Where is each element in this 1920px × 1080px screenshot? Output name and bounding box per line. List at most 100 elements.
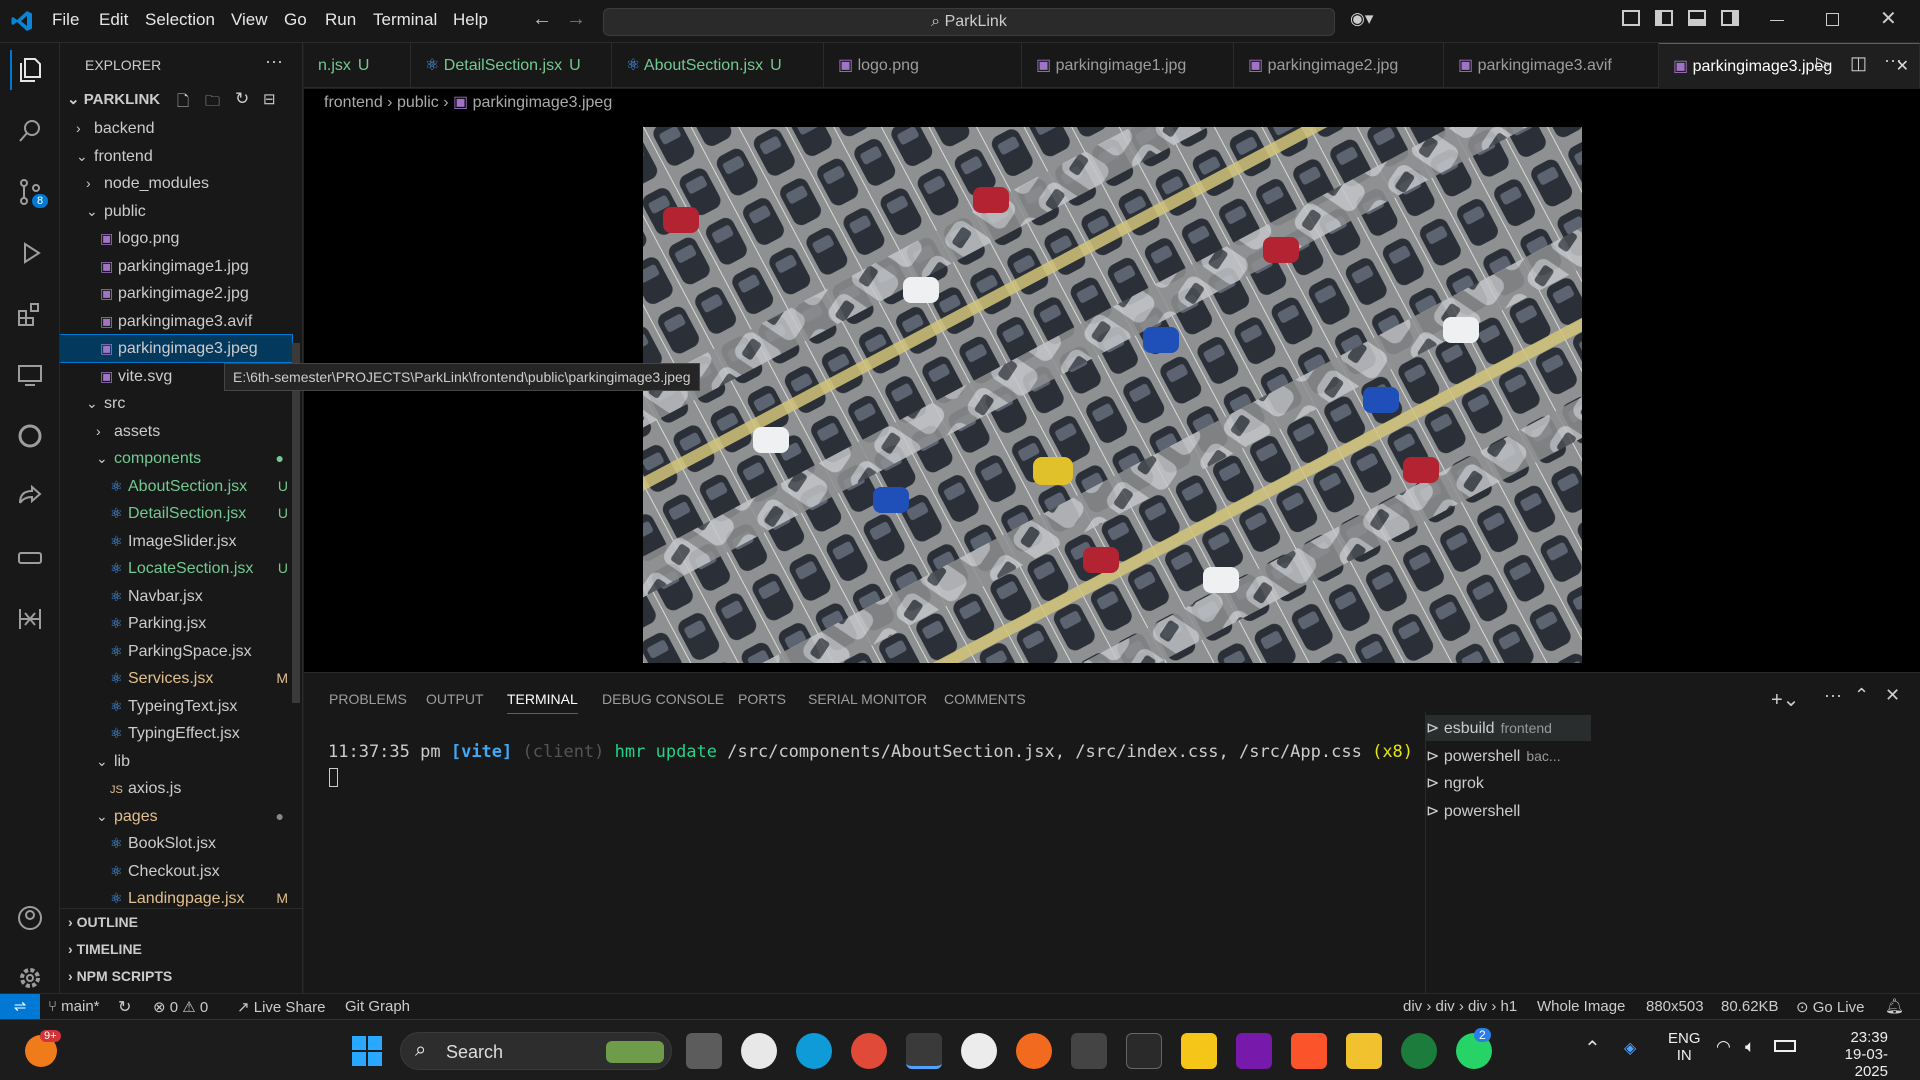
tree-item[interactable]: ▣ parkingimage2.jpg	[60, 280, 292, 307]
git-graph-button[interactable]: Git Graph	[345, 998, 410, 1015]
forward-arrow-icon[interactable]: →	[566, 8, 586, 31]
settings-gear-icon[interactable]	[10, 958, 50, 998]
panel-tab-terminal[interactable]: TERMINAL	[507, 691, 578, 714]
terminal-list-item[interactable]: ⊳ powershell bac...	[1426, 743, 1591, 769]
taskbar-search[interactable]: ⌕ Search	[400, 1032, 672, 1070]
tab-parkingimage1-jpg[interactable]: ▣ parkingimage1.jpg	[1022, 43, 1234, 88]
tree-item[interactable]: ⚛ DetailSection.jsx U	[60, 500, 292, 527]
close-window-icon[interactable]: ✕	[1880, 6, 1897, 31]
tab-logo-png[interactable]: ▣ logo.png	[824, 43, 1022, 88]
new-folder-icon[interactable]: 🗀	[205, 91, 220, 116]
tree-item[interactable]: › node_modules	[60, 170, 292, 197]
postman-icon[interactable]	[1016, 1033, 1052, 1069]
panel-tab-output[interactable]: OUTPUT	[426, 691, 484, 707]
edge-devtools-icon[interactable]	[10, 416, 50, 456]
breadcrumb-file[interactable]: parkingimage3.jpeg	[473, 94, 613, 111]
sticky-notes-icon[interactable]	[1181, 1033, 1217, 1069]
tree-item[interactable]: ⌄ pages ●	[60, 803, 292, 830]
terminal-icon[interactable]	[1126, 1033, 1162, 1069]
tree-item[interactable]: ⌄ frontend	[60, 143, 292, 170]
panel-tab-debug-console[interactable]: DEBUG CONSOLE	[602, 691, 724, 707]
task-view-icon[interactable]	[686, 1033, 722, 1069]
remote-indicator-icon[interactable]: ⇌	[0, 994, 40, 1019]
extensions-icon[interactable]	[10, 294, 50, 334]
tree-item[interactable]: › backend	[60, 115, 292, 142]
serial-monitor-icon[interactable]	[10, 538, 50, 578]
refresh-icon[interactable]: ↻	[235, 89, 249, 109]
tree-item[interactable]: ⚛ ParkingSpace.jsx	[60, 638, 292, 665]
language-indicator[interactable]: ENG IN	[1668, 1030, 1701, 1064]
tree-item[interactable]: ⚛ Parking.jsx	[60, 610, 292, 637]
layout-icon[interactable]	[1622, 10, 1640, 26]
menu-terminal[interactable]: Terminal	[373, 10, 437, 30]
tab-detailsection-jsx[interactable]: ⚛ DetailSection.jsx U	[411, 43, 612, 88]
more-actions-icon[interactable]: ···	[1884, 50, 1902, 71]
menu-help[interactable]: Help	[453, 10, 488, 30]
close-panel-icon[interactable]: ✕	[1885, 685, 1900, 706]
breadcrumb-public[interactable]: public	[397, 94, 439, 111]
vscode-taskbar-icon[interactable]	[906, 1033, 942, 1069]
outline-section[interactable]: › OUTLINE	[68, 909, 138, 936]
element-path[interactable]: div › div › div › h1	[1403, 998, 1517, 1015]
tree-item[interactable]: ⚛ AboutSection.jsx U	[60, 473, 292, 500]
wifi-icon[interactable]: ◠	[1716, 1037, 1731, 1057]
maximize-panel-icon[interactable]: ⌃	[1854, 685, 1869, 706]
terminal-list-item[interactable]: ⊳ powershell	[1426, 799, 1591, 825]
zoom-level[interactable]: Whole Image	[1537, 998, 1625, 1015]
breadcrumb-frontend[interactable]: frontend	[324, 94, 383, 111]
terminal-output[interactable]: 11:37:35 pm [vite] (client) hmr update /…	[328, 742, 1413, 762]
toggle-sidebar-icon[interactable]	[1655, 10, 1673, 26]
search-icon[interactable]	[10, 111, 50, 151]
brave-icon[interactable]	[1291, 1033, 1327, 1069]
menu-go[interactable]: Go	[284, 10, 307, 30]
menu-selection[interactable]: Selection	[145, 10, 215, 30]
chatgpt-icon[interactable]	[961, 1033, 997, 1069]
new-file-icon[interactable]: 🗋	[177, 91, 189, 116]
tree-item[interactable]: ⚛ Navbar.jsx	[60, 583, 292, 610]
panel-tab-comments[interactable]: COMMENTS	[944, 691, 1026, 707]
tree-item[interactable]: ▣ parkingimage3.jpeg	[60, 334, 293, 363]
tree-item[interactable]: ⚛ TypingEffect.jsx	[60, 720, 292, 747]
toggle-panel-icon[interactable]	[1688, 10, 1706, 26]
minimize-icon[interactable]	[1770, 20, 1784, 21]
timeline-section[interactable]: › TIMELINE	[68, 936, 142, 963]
new-terminal-icon[interactable]: +⌄	[1771, 687, 1799, 712]
clock-app-icon[interactable]	[741, 1033, 777, 1069]
restore-icon[interactable]	[1826, 13, 1839, 26]
battery-icon[interactable]	[1774, 1040, 1796, 1052]
tree-item[interactable]: ⚛ Checkout.jsx	[60, 858, 292, 885]
menu-view[interactable]: View	[231, 10, 268, 30]
tree-item[interactable]: › assets	[60, 418, 292, 445]
tray-app-icon[interactable]: ◈	[1624, 1038, 1636, 1058]
menu-edit[interactable]: Edit	[99, 10, 128, 30]
onenote-icon[interactable]	[1236, 1033, 1272, 1069]
explorer-icon[interactable]	[10, 50, 50, 90]
live-share-button[interactable]: ↗ Live Share	[237, 998, 325, 1016]
tree-item[interactable]: ⌄ public	[60, 198, 292, 225]
panel-tab-ports[interactable]: PORTS	[738, 691, 786, 707]
live-share-icon[interactable]	[10, 477, 50, 517]
tree-item[interactable]: ▣ logo.png	[60, 225, 292, 252]
menu-run[interactable]: Run	[325, 10, 356, 30]
chrome-icon[interactable]	[851, 1033, 887, 1069]
source-control-icon[interactable]: 8	[10, 172, 50, 212]
branch-indicator[interactable]: ⑂ main*	[48, 998, 100, 1015]
panel-tab-problems[interactable]: PROBLEMS	[329, 691, 407, 707]
github-actions-icon[interactable]	[10, 599, 50, 639]
tab-parkingimage3-avif[interactable]: ▣ parkingimage3.avif	[1444, 43, 1659, 88]
terminal-list-item[interactable]: ⊳ ngrok	[1426, 771, 1591, 797]
tree-item[interactable]: JS axios.js	[60, 775, 292, 802]
tree-item[interactable]: ⚛ LocateSection.jsx U	[60, 555, 292, 582]
tree-item[interactable]: ▣ parkingimage1.jpg	[60, 253, 292, 280]
tree-item[interactable]: ▣ parkingimage3.avif	[60, 308, 292, 335]
go-live-button[interactable]: ⊙ Go Live	[1796, 998, 1864, 1016]
remote-explorer-icon[interactable]	[10, 355, 50, 395]
file-explorer-icon[interactable]	[1346, 1033, 1382, 1069]
panel-tab-serial-monitor[interactable]: SERIAL MONITOR	[808, 691, 927, 707]
command-center[interactable]: ⌕ ParkLink	[603, 8, 1335, 36]
tree-item[interactable]: ⌄ lib	[60, 748, 292, 775]
tree-item[interactable]: ⚛ Services.jsx M	[60, 665, 292, 692]
edge-icon[interactable]	[796, 1033, 832, 1069]
toggle-secondary-sidebar-icon[interactable]	[1721, 10, 1739, 26]
menu-file[interactable]: File	[52, 10, 79, 30]
